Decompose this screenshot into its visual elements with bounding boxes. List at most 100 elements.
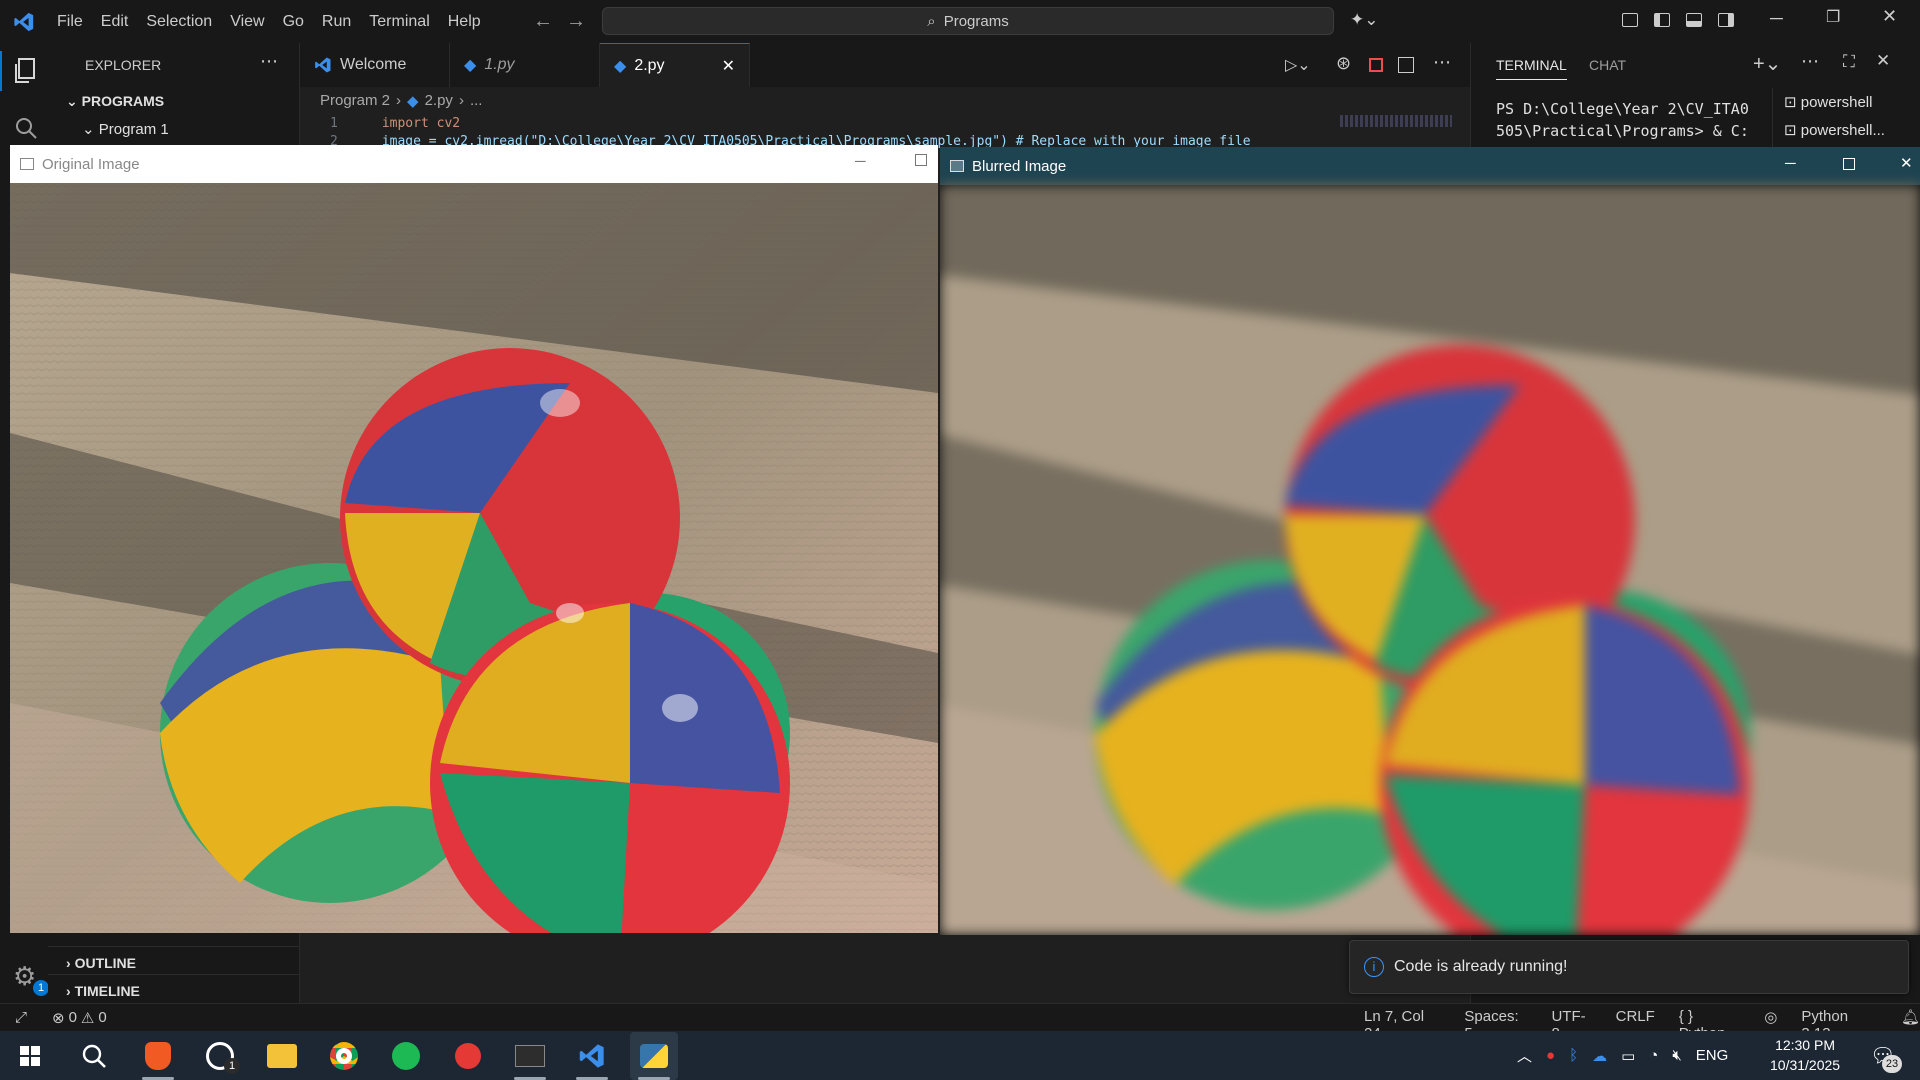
terminal-icon: ⊡ xyxy=(1784,122,1797,139)
remote-indicator-icon[interactable]: ⤢ xyxy=(0,1009,42,1026)
notification-toast[interactable]: i Code is already running! xyxy=(1349,940,1909,994)
window-app-icon xyxy=(950,160,964,172)
toggle-panel-icon[interactable] xyxy=(1686,13,1702,27)
original-image-titlebar[interactable]: Original Image ─ xyxy=(10,145,938,183)
forward-arrow-icon[interactable]: → xyxy=(566,10,586,33)
explorer-icon[interactable] xyxy=(0,51,48,91)
window-app-icon xyxy=(20,158,34,170)
menu-file[interactable]: File xyxy=(48,0,92,43)
wifi-icon[interactable]: ◔ xyxy=(1649,1047,1658,1064)
chrome-icon[interactable] xyxy=(320,1032,368,1080)
python-file-icon: ◆ xyxy=(407,93,419,110)
clock[interactable]: 12:30 PM 10/31/2025 xyxy=(1770,1035,1840,1075)
python-app-icon[interactable] xyxy=(630,1031,678,1080)
maximize-window-icon[interactable] xyxy=(915,154,927,166)
tab-welcome[interactable]: Welcome xyxy=(300,43,450,87)
menu-edit[interactable]: Edit xyxy=(92,0,138,43)
customize-layout-icon[interactable] xyxy=(1622,13,1638,27)
chatgpt-icon[interactable]: ⊛ xyxy=(1336,53,1351,74)
back-arrow-icon[interactable]: ← xyxy=(533,10,553,33)
keyboard-language[interactable]: ENG xyxy=(1696,1047,1729,1064)
vscode-icon[interactable] xyxy=(568,1032,616,1080)
terminal-output[interactable]: PS D:\College\Year 2\CV_ITA0 505\Practic… xyxy=(1496,98,1749,142)
whatsapp-icon[interactable]: 1 xyxy=(196,1032,244,1080)
terminal-instance-powershell[interactable]: ⊡ powershell xyxy=(1784,93,1872,111)
search-icon[interactable] xyxy=(14,116,38,140)
outline-section[interactable]: › OUTLINE xyxy=(66,955,136,971)
tab-1-py[interactable]: ◆ 1.py xyxy=(450,43,600,87)
chevron-down-icon: ⌄ xyxy=(66,93,82,109)
menu-help[interactable]: Help xyxy=(439,0,490,43)
restore-window-icon[interactable]: ❐ xyxy=(1826,7,1840,27)
chevron-down-icon: ⌄ xyxy=(82,121,99,138)
notification-center-icon[interactable]: 💬︎ 23 xyxy=(1870,1043,1902,1073)
copilot-icon[interactable]: ✦⌄ xyxy=(1350,10,1379,30)
chevron-right-icon: › xyxy=(66,955,75,971)
maximize-window-icon[interactable] xyxy=(1843,158,1855,170)
volume-muted-icon[interactable]: 🔇︎ xyxy=(1672,1047,1681,1064)
search-icon: ⌕ xyxy=(927,12,936,30)
toggle-secondary-sidebar-icon[interactable] xyxy=(1718,13,1734,27)
minimize-window-icon[interactable]: ─ xyxy=(1785,155,1796,172)
new-terminal-icon[interactable]: +⌄ xyxy=(1753,51,1781,76)
vscode-logo-icon xyxy=(315,57,331,73)
more-actions-icon[interactable]: ⋯ xyxy=(1433,52,1451,73)
minimap[interactable] xyxy=(1340,115,1452,127)
info-icon: i xyxy=(1364,957,1384,977)
more-actions-icon[interactable]: ⋯ xyxy=(260,51,278,72)
problems-indicator[interactable]: ⊗ 0 ⚠ 0 xyxy=(52,1009,107,1027)
run-python-file-icon[interactable]: ▷⌄ xyxy=(1285,55,1311,75)
gmail-icon[interactable] xyxy=(444,1032,492,1080)
folder-program-1[interactable]: ⌄ Program 1 xyxy=(82,120,169,138)
menu-run[interactable]: Run xyxy=(313,0,360,43)
battery-icon[interactable]: ▭ xyxy=(1621,1047,1635,1065)
menu-view[interactable]: View xyxy=(221,0,273,43)
bluetooth-icon[interactable]: ᛒ xyxy=(1569,1047,1578,1064)
start-button-icon[interactable] xyxy=(6,1032,54,1080)
original-image-window[interactable]: Original Image ─ xyxy=(10,145,938,933)
brave-browser-icon[interactable] xyxy=(134,1032,182,1080)
blurred-image-window[interactable]: Blurred Image ─ ✕ xyxy=(940,147,1920,935)
tab-terminal[interactable]: TERMINAL xyxy=(1496,57,1567,80)
close-panel-icon[interactable]: ✕ xyxy=(1876,51,1890,71)
windows-taskbar: 1 ︿ ● ᛒ ☁ ▭ ◔ 🔇︎ ENG 12:30 PM 10/31/2025… xyxy=(0,1031,1920,1080)
notification-count-badge: 23 xyxy=(1882,1055,1902,1073)
folder-programs[interactable]: ⌄ PROGRAMS xyxy=(66,93,164,110)
tab-chat[interactable]: CHAT xyxy=(1589,57,1626,73)
minimize-window-icon[interactable]: ─ xyxy=(1770,8,1783,29)
terminal-icon[interactable] xyxy=(506,1032,554,1080)
maximize-panel-icon[interactable]: ⛶ xyxy=(1843,52,1855,72)
blurred-image-canvas xyxy=(940,185,1920,935)
warning-icon: ⚠ xyxy=(80,1009,95,1027)
vscode-logo-icon xyxy=(0,11,48,33)
tab-2-py[interactable]: ◆ 2.py ✕ xyxy=(600,43,750,87)
breadcrumb: Program 2 › ◆ 2.py › ... xyxy=(320,92,483,110)
toggle-sidebar-icon[interactable] xyxy=(1654,13,1670,27)
close-tab-icon[interactable]: ✕ xyxy=(722,56,735,76)
more-actions-icon[interactable]: ⋯ xyxy=(1801,51,1819,72)
tray-app-icon[interactable]: ● xyxy=(1546,1047,1555,1064)
cloud-icon[interactable]: ☁ xyxy=(1592,1047,1607,1065)
minimize-window-icon[interactable]: ─ xyxy=(855,153,866,170)
terminal-instance-powershell-2[interactable]: ⊡ powershell... xyxy=(1784,121,1885,139)
editor-tab-bar: Welcome ◆ 1.py ◆ 2.py ✕ ▷⌄ ⊛ ⋯ xyxy=(300,43,1470,87)
menu-selection[interactable]: Selection xyxy=(137,0,221,43)
timeline-section[interactable]: › TIMELINE xyxy=(66,983,140,999)
stop-icon[interactable] xyxy=(1369,58,1383,72)
close-window-icon[interactable]: ✕ xyxy=(1882,6,1897,27)
file-explorer-icon[interactable] xyxy=(258,1032,306,1080)
show-hidden-icons-chevron-icon[interactable]: ︿ xyxy=(1517,1045,1532,1066)
settings-badge: 1 xyxy=(33,980,49,996)
menu-terminal[interactable]: Terminal xyxy=(360,0,438,43)
spotify-icon[interactable] xyxy=(382,1032,430,1080)
command-center-search[interactable]: ⌕ Programs xyxy=(602,7,1334,35)
terminal-icon: ⊡ xyxy=(1784,94,1797,111)
original-image-canvas xyxy=(10,183,938,933)
code-line-1[interactable]: 1 import cv2 xyxy=(330,116,460,131)
split-editor-icon[interactable] xyxy=(1398,57,1414,73)
blurred-image-titlebar[interactable]: Blurred Image ─ ✕ xyxy=(940,147,1920,185)
status-bar: ⤢ ⊗0 ⚠0 Ln 7, Col 24 Spaces: 5 UTF-8 CRL… xyxy=(0,1003,1920,1042)
close-window-icon[interactable]: ✕ xyxy=(1900,154,1913,172)
search-icon[interactable] xyxy=(70,1032,118,1080)
menu-go[interactable]: Go xyxy=(274,0,313,43)
